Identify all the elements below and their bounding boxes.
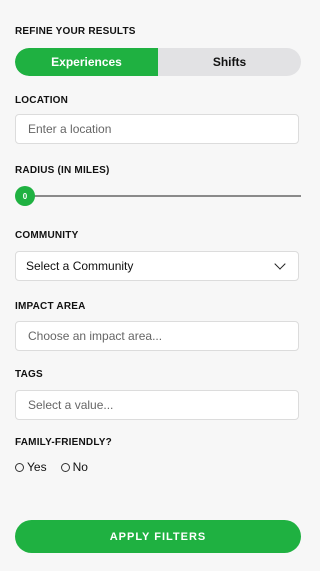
family-friendly-label: FAMILY-FRIENDLY? (15, 437, 112, 448)
tags-field (15, 390, 299, 420)
impact-area-label: IMPACT AREA (15, 301, 86, 312)
community-selected-value: Select a Community (26, 259, 134, 273)
radio-circle-icon[interactable] (15, 462, 24, 472)
impact-area-field (15, 321, 299, 351)
community-select[interactable]: Select a Community (15, 251, 299, 281)
family-friendly-options: Yes No (15, 460, 102, 474)
radio-yes-label: Yes (27, 460, 47, 474)
community-label: COMMUNITY (15, 230, 79, 241)
chevron-down-icon (274, 258, 286, 270)
radio-no-label: No (72, 460, 88, 474)
location-input[interactable] (26, 121, 288, 137)
location-label: LOCATION (15, 95, 69, 106)
refine-results-title: REFINE YOUR RESULTS (15, 26, 136, 37)
slider-value: 0 (22, 191, 28, 201)
tab-experiences[interactable]: Experiences (15, 48, 158, 76)
location-field (15, 114, 299, 144)
radio-circle-icon[interactable] (60, 462, 70, 472)
radius-slider[interactable]: 0 (15, 186, 301, 206)
tab-shifts[interactable]: Shifts (158, 48, 301, 76)
tags-label: TAGS (15, 369, 43, 380)
slider-knob[interactable]: 0 (15, 186, 35, 206)
radio-no[interactable]: No (60, 460, 88, 474)
radio-yes[interactable]: Yes (15, 460, 47, 474)
impact-area-input[interactable] (26, 328, 288, 344)
radius-label: RADIUS (IN MILES) (15, 165, 110, 176)
slider-track[interactable] (23, 195, 301, 197)
tags-input[interactable] (26, 397, 288, 413)
result-type-toggle: Experiences Shifts (15, 48, 301, 76)
apply-filters-button[interactable]: APPLY FILTERS (15, 520, 301, 553)
